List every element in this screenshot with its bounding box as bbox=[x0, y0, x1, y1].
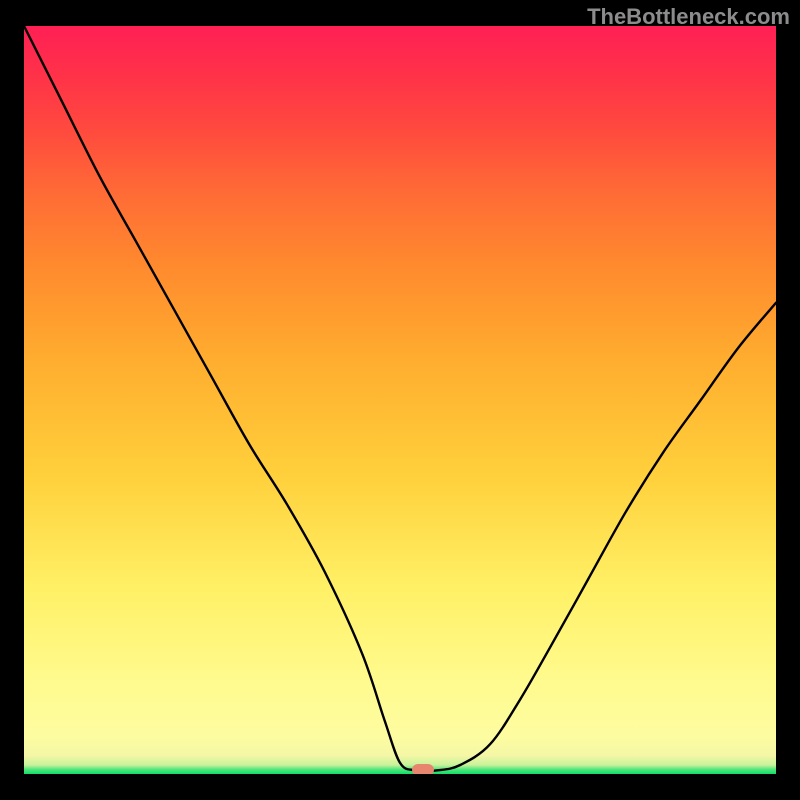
bottleneck-curve bbox=[24, 26, 776, 774]
chart-frame: TheBottleneck.com bbox=[0, 0, 800, 800]
plot-area bbox=[24, 26, 776, 774]
minimum-marker bbox=[412, 764, 434, 774]
curve-path bbox=[24, 26, 776, 771]
watermark-text: TheBottleneck.com bbox=[587, 4, 790, 30]
